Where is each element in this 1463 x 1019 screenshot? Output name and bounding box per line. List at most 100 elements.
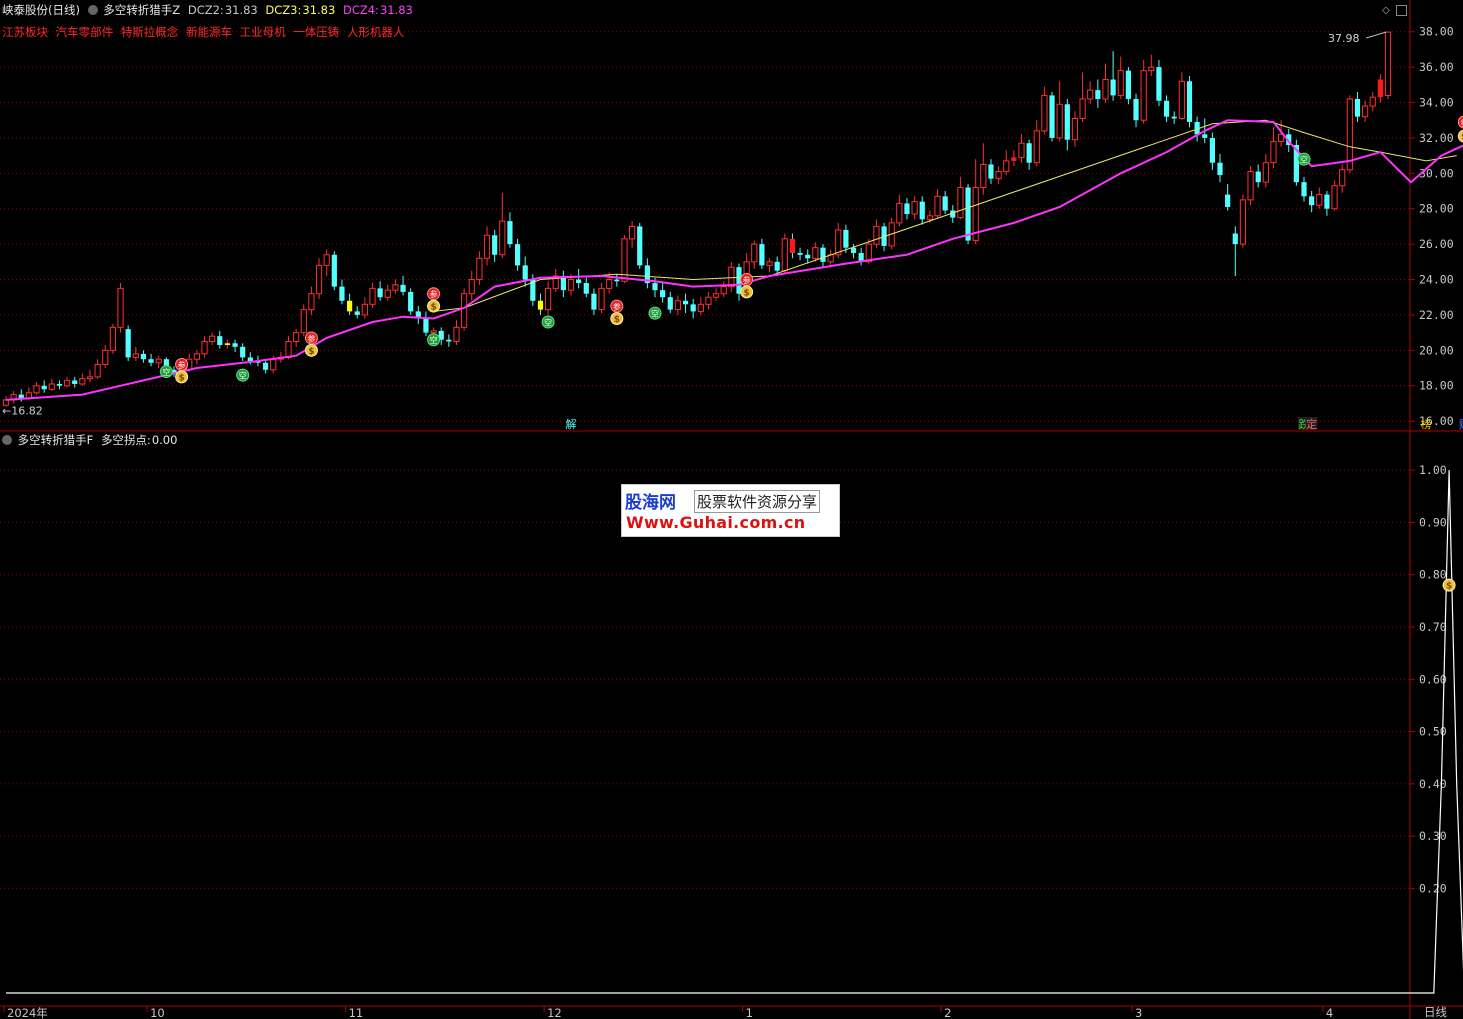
sub-tick-label: 1.00 [1419, 463, 1447, 477]
concept-tag[interactable]: 人形机器人 [347, 25, 405, 39]
candle-body [690, 304, 696, 312]
money-bag-symbol: $ [308, 347, 314, 357]
candle [919, 196, 925, 225]
candle-body [1026, 143, 1032, 163]
candle-body [774, 261, 780, 271]
candle [1247, 166, 1254, 206]
candle-body [48, 383, 55, 390]
max-price-label: 37.98 [1328, 32, 1360, 45]
concept-tags: 江苏板块 汽车零部件 特斯拉概念 新能源车 工业母机 一体压铸 人形机器人 [2, 25, 408, 39]
candle-body [911, 201, 918, 215]
candle [1301, 176, 1307, 202]
money-bag-symbol: $ [178, 373, 184, 383]
signal-candle-body [537, 300, 544, 310]
signal-candle-body [346, 300, 353, 312]
candle [545, 281, 552, 315]
candle [1178, 72, 1185, 121]
indicator-main-name[interactable]: 多空转折猎手Z [103, 3, 180, 17]
dcz4-value: 31.83 [379, 3, 413, 17]
candle [766, 258, 773, 273]
sub-tick-label: 0.30 [1419, 829, 1447, 843]
can-marker: 参 [304, 331, 318, 345]
candle [339, 279, 345, 305]
concept-tag[interactable]: 特斯拉概念 [121, 25, 179, 39]
candle [140, 350, 147, 363]
candle [1209, 132, 1215, 170]
candle [591, 288, 597, 315]
candle [812, 242, 819, 262]
concept-tag[interactable]: 新能源车 [186, 25, 232, 39]
candle-body [1209, 137, 1215, 163]
candle [217, 330, 223, 349]
candle-body [567, 279, 575, 291]
candle-body [995, 171, 1002, 180]
can-marker: 参 [610, 299, 624, 313]
candle [10, 391, 17, 404]
can-marker: 参 [175, 358, 189, 372]
time-tick-label: 1 [746, 1006, 753, 1019]
candle [1018, 134, 1025, 163]
candle-body [1018, 142, 1025, 158]
money-marker: $ [740, 285, 754, 299]
candle [384, 284, 391, 301]
candle-body [201, 340, 208, 355]
candle-body [400, 284, 406, 292]
candle-body [1262, 162, 1269, 183]
concept-tag[interactable]: 汽车零部件 [56, 25, 114, 39]
candle-body [712, 293, 720, 298]
candle-body [965, 187, 971, 241]
candle [682, 293, 689, 314]
dcz2-label: DCZ2: [187, 3, 224, 17]
candle-body [285, 340, 292, 358]
candle-body [377, 288, 383, 298]
candle-body [384, 289, 391, 298]
concept-tag[interactable]: 一体压铸 [293, 25, 339, 39]
candle [614, 274, 620, 287]
candle-body [1033, 130, 1040, 164]
candle [1239, 194, 1247, 248]
can-marker: 参 [1457, 115, 1463, 129]
kong-text: 空 [239, 371, 247, 381]
candle [1140, 60, 1147, 124]
money-marker: $ [610, 311, 624, 325]
dcz4-label: DCZ4: [342, 3, 379, 17]
sub-tick-label: 0.80 [1419, 568, 1447, 582]
candle [361, 297, 368, 319]
indicator-main-toggle-icon[interactable] [87, 5, 98, 15]
candle-body [1247, 171, 1254, 201]
candle-body [148, 359, 154, 363]
candle [980, 143, 987, 195]
candle [1262, 153, 1269, 188]
candle [1079, 72, 1086, 122]
candle-body [423, 318, 429, 333]
collapse-icon[interactable] [1396, 5, 1407, 16]
candle-body [820, 247, 826, 262]
concept-tag[interactable]: 工业母机 [240, 25, 286, 39]
candle-body [483, 234, 491, 259]
candle-body [545, 287, 552, 311]
prev-arrow-icon[interactable]: ◇ [1382, 5, 1393, 16]
concept-tag[interactable]: 江苏板块 [2, 25, 48, 39]
time-tick-label: 2024年 [7, 1006, 48, 1019]
candle-body [751, 243, 758, 263]
price-tick-label: 36.00 [1419, 60, 1454, 74]
candle [125, 325, 131, 361]
candle-body [94, 364, 101, 378]
lower-toggle-icon[interactable] [2, 435, 12, 445]
dcz3-value: 31.83 [302, 3, 336, 17]
candle-body [1331, 185, 1338, 210]
candle [705, 291, 712, 310]
candle [377, 281, 383, 301]
candle-body [1361, 105, 1369, 118]
candle-body [293, 332, 300, 342]
candle [690, 299, 696, 319]
sub-tick-label: 0.60 [1419, 672, 1447, 686]
candle-body [270, 358, 277, 371]
candle-body [63, 379, 71, 387]
lower-indicator-name[interactable]: 多空转折猎手F [18, 433, 94, 447]
money-marker: $ [175, 370, 189, 384]
dcz2-value: 31.83 [224, 3, 258, 17]
can-marker: 参 [427, 287, 441, 301]
candle [354, 306, 360, 319]
candle-body [1369, 96, 1376, 107]
